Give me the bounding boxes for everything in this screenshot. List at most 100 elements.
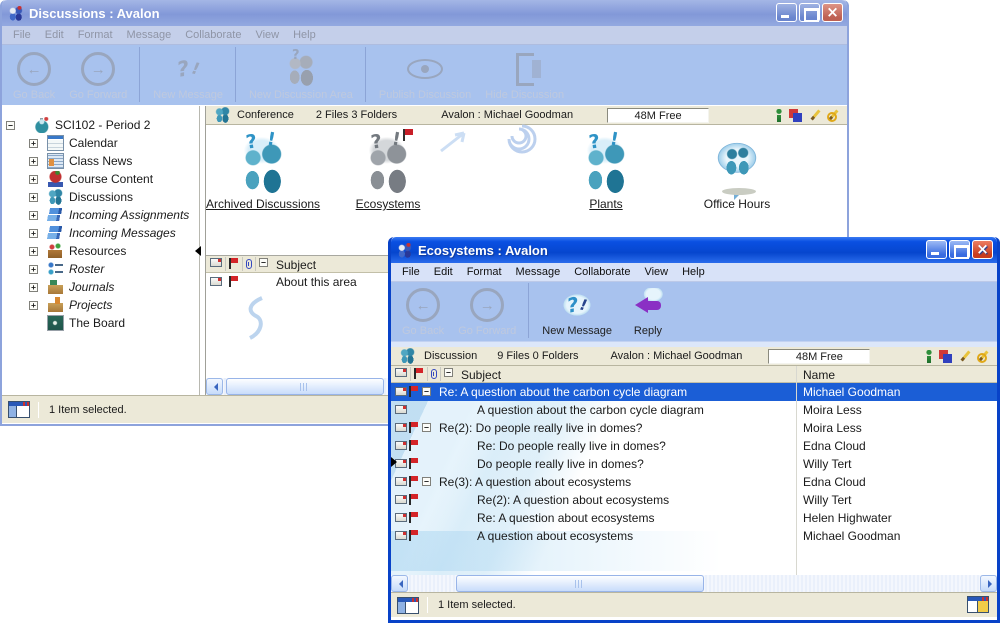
menu-item[interactable]: File [6,27,38,43]
toolbar-button[interactable]: Hide Discussion [478,47,571,102]
collapse-all-toggle[interactable] [444,368,453,377]
menu-item[interactable]: Message [120,27,179,43]
pane-toggle-icon[interactable] [8,401,30,418]
collapse-all-toggle[interactable] [259,258,268,267]
who-is-online-icon[interactable] [775,109,783,122]
flag-column-icon[interactable] [414,368,424,379]
toolbar-button[interactable]: Publish Discussion [372,47,478,102]
toolbar-button[interactable]: New Message [146,47,236,102]
scroll-left-button[interactable] [391,575,408,592]
view-mode-icon[interactable] [967,596,989,613]
toolbar-button[interactable]: Reply [619,283,677,338]
tree-item[interactable]: SCI102 - Period 2 [2,116,199,134]
message-row[interactable]: Re: Do people really live in domes? Edna… [391,437,997,455]
tree-expand-toggle[interactable] [29,211,38,220]
tree-item[interactable]: Journals [2,278,199,296]
scrollbar-thumb[interactable] [226,378,384,395]
toolbar-button[interactable]: Go Forward [62,47,140,102]
pane-arrow-icon[interactable] [391,457,397,467]
layers-icon[interactable] [939,350,953,363]
permissions-pencil-icon[interactable] [827,109,839,122]
flag-column-icon[interactable] [229,258,239,269]
message-row[interactable]: A question about the carbon cycle diagra… [391,401,997,419]
tree-expand-toggle[interactable] [6,121,15,130]
discussions-titlebar[interactable]: Discussions : Avalon [2,0,847,26]
ecosystems-titlebar[interactable]: Ecosystems : Avalon [391,237,997,263]
attachment-column-icon[interactable] [431,369,437,379]
tree-expand-toggle[interactable] [29,229,38,238]
thread-collapse-toggle[interactable] [422,477,431,486]
maximize-button[interactable] [799,3,820,22]
thread-collapse-toggle[interactable] [422,387,431,396]
menu-item[interactable]: Message [509,264,568,280]
attachment-column-icon[interactable] [246,259,252,269]
tree-item[interactable]: Class News [2,152,199,170]
menu-item[interactable]: Collaborate [567,264,637,280]
column-divider[interactable] [796,366,797,575]
tree-item[interactable]: The Board [2,314,199,332]
tree-expand-toggle[interactable] [29,301,38,310]
tree-expand-toggle[interactable] [29,265,38,274]
toolbar-button[interactable]: Go Back [6,47,62,102]
menu-item[interactable]: View [637,264,675,280]
message-row[interactable]: Re: A question about ecosystems Helen Hi… [391,509,997,527]
message-row[interactable]: Re(3): A question about ecosystems Edna … [391,473,997,491]
desktop-item[interactable]: Ecosystems [342,133,434,211]
maximize-button[interactable] [949,240,970,259]
message-row[interactable]: Re(2): A question about ecosystems Willy… [391,491,997,509]
menu-item[interactable]: Edit [427,264,460,280]
splitter-collapse-arrow-icon[interactable] [195,246,201,256]
message-row[interactable]: Do people really live in domes? Willy Te… [391,455,997,473]
desktop-item[interactable]: Plants [554,133,658,211]
edit-pencil-icon[interactable] [959,350,971,363]
name-column-header[interactable]: Name [803,368,835,382]
tree-item[interactable]: Resources [2,242,199,260]
message-row[interactable]: Re: A question about the carbon cycle di… [391,383,997,401]
who-is-online-icon[interactable] [925,350,933,363]
envelope-column-icon[interactable] [210,258,222,267]
toolbar-button[interactable]: Go Forward [451,283,529,338]
menu-item[interactable]: Help [286,27,323,43]
menu-item[interactable]: Format [460,264,509,280]
edit-pencil-icon[interactable] [809,109,821,122]
menu-item[interactable]: View [248,27,286,43]
subject-column-header[interactable]: Subject [276,258,316,272]
desktop-item[interactable]: Archived Discussions [206,133,320,211]
tree-item[interactable]: Calendar [2,134,199,152]
tree-item[interactable]: Incoming Messages [2,224,199,242]
scroll-left-button[interactable] [206,378,223,395]
tree-expand-toggle[interactable] [29,157,38,166]
tree-expand-toggle[interactable] [29,139,38,148]
envelope-column-icon[interactable] [395,368,407,377]
menu-item[interactable]: Edit [38,27,71,43]
pane-toggle-icon[interactable] [397,597,419,614]
toolbar-button[interactable]: New Message [535,283,619,338]
tree-expand-toggle[interactable] [29,283,38,292]
thread-collapse-toggle[interactable] [422,423,431,432]
desktop-item[interactable]: Office Hours [644,133,830,211]
toolbar-button[interactable]: Go Back [395,283,451,338]
scroll-right-button[interactable] [980,575,997,592]
tree-item[interactable]: Incoming Assignments [2,206,199,224]
subject-column-header[interactable]: Subject [461,368,501,382]
tree-expand-toggle[interactable] [29,175,38,184]
menu-item[interactable]: Collaborate [178,27,248,43]
menu-item[interactable]: Format [71,27,120,43]
layers-icon[interactable] [789,109,803,122]
toolbar-button[interactable]: New Discussion Area [242,47,366,102]
tree-expand-toggle[interactable] [29,193,38,202]
message-row[interactable]: Re(2): Do people really live in domes? M… [391,419,997,437]
close-button[interactable] [822,3,843,22]
tree-item[interactable]: Discussions [2,188,199,206]
minimize-button[interactable] [926,240,947,259]
tree-item[interactable]: Roster [2,260,199,278]
menu-item[interactable]: File [395,264,427,280]
horizontal-scrollbar[interactable] [391,575,997,592]
message-row[interactable]: A question about ecosystems Michael Good… [391,527,997,545]
permissions-pencil-icon[interactable] [977,350,989,363]
tree-item[interactable]: Course Content [2,170,199,188]
menu-item[interactable]: Help [675,264,712,280]
tree-item[interactable]: Projects [2,296,199,314]
minimize-button[interactable] [776,3,797,22]
close-button[interactable] [972,240,993,259]
